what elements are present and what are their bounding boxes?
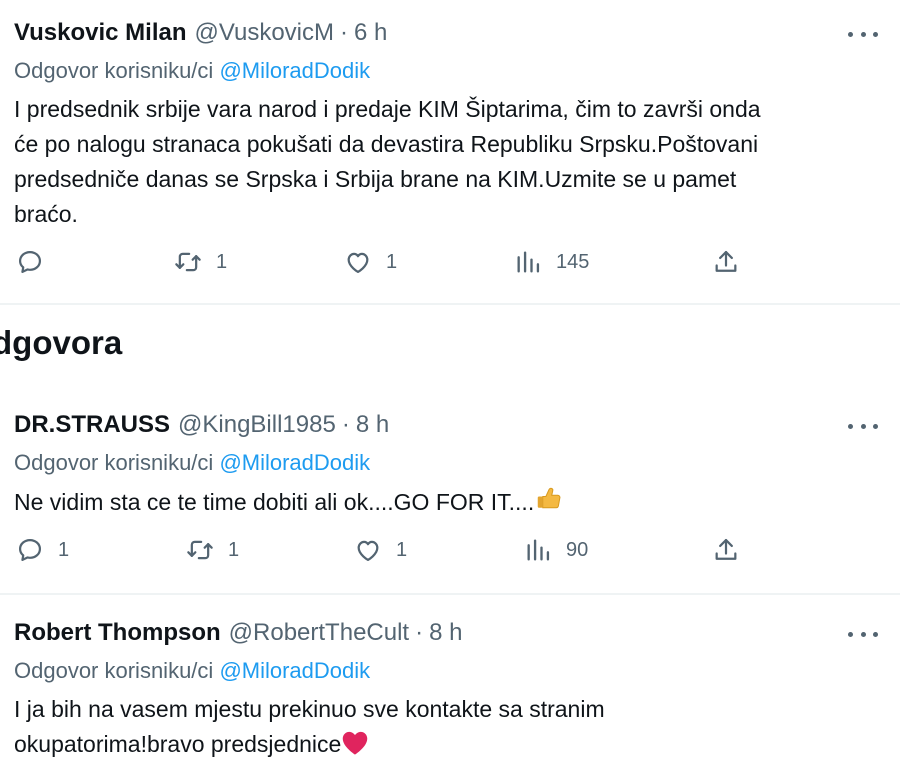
like-button[interactable]: 1 (354, 536, 407, 564)
tweet[interactable]: Robert Thompson @RobertTheCult · 8 h Odg… (0, 594, 900, 766)
retweet-icon (187, 540, 213, 560)
like-button[interactable]: 1 (344, 248, 397, 276)
reply-mention-link[interactable]: @MiloradDodik (219, 658, 370, 683)
tweet-text-line: I ja bih na vasem mjestu prekinuo sve ko… (14, 696, 605, 722)
separator-dot: · (341, 411, 350, 438)
reply-button[interactable]: 1 (16, 536, 69, 564)
reply-mention-link[interactable]: @MiloradDodik (219, 450, 370, 475)
tweet-header: Robert Thompson @RobertTheCult · 8 h (14, 618, 462, 648)
reply-context: Odgovor korisniku/ci @MiloradDodik (14, 448, 370, 478)
share-icon (715, 250, 737, 272)
views-button[interactable]: 90 (524, 536, 588, 564)
thumbs-up-icon (534, 484, 564, 524)
retweet-button[interactable]: 1 (186, 536, 239, 564)
tweet[interactable]: Vuskovic Milan @VuskovicM · 6 h Odgovor … (0, 0, 900, 304)
author-handle[interactable]: @RobertTheCult (229, 618, 409, 648)
reply-icon (18, 250, 42, 274)
retweet-icon (175, 252, 201, 272)
heart-icon (357, 540, 379, 562)
tweet-actions: 1 1 145 (0, 248, 900, 288)
reply-button[interactable] (16, 248, 58, 276)
reply-prefix: Odgovor korisniku/ci (14, 450, 214, 475)
reply-context: Odgovor korisniku/ci @MiloradDodik (14, 656, 370, 686)
share-button[interactable] (712, 536, 740, 564)
tweet-text-line-content: okupatorima!bravo predsjednice (14, 731, 342, 757)
heart-icon (347, 252, 369, 274)
tweet-text-line: predsedniče danas se Srpska i Srbija bra… (14, 166, 737, 192)
separator-dot: · (415, 619, 424, 646)
tweet-text-line: I predsednik srbije vara narod i predaje… (14, 96, 761, 122)
tweet-actions: 1 1 1 90 (0, 536, 900, 576)
views-icon (517, 251, 540, 273)
author-name[interactable]: DR.STRAUSS (14, 410, 170, 440)
tweet-header: DR.STRAUSS @KingBill1985 · 8 h (14, 410, 389, 440)
retweet-count: 1 (216, 250, 228, 273)
like-count: 1 (386, 250, 398, 273)
share-button[interactable] (712, 248, 740, 276)
share-icon (715, 538, 737, 560)
timestamp[interactable]: 8 h (356, 410, 389, 440)
reply-prefix: Odgovor korisniku/ci (14, 58, 214, 83)
author-name[interactable]: Robert Thompson (14, 618, 221, 648)
views-count: 145 (556, 250, 590, 273)
tweet-text-line: okupatorima!bravo predsjednice (14, 727, 884, 766)
more-icon[interactable] (848, 416, 878, 436)
reply-mention-link[interactable]: @MiloradDodik (219, 58, 370, 83)
reply-prefix: Odgovor korisniku/ci (14, 658, 214, 683)
author-handle[interactable]: @KingBill1985 (178, 410, 336, 440)
reply-icon (18, 538, 42, 562)
section-title: dgovora (0, 324, 123, 361)
views-count: 90 (566, 538, 589, 561)
views-button[interactable]: 145 (514, 248, 589, 276)
tweet-text-line: Ne vidim sta ce te time dobiti ali ok...… (14, 489, 535, 515)
tweet-text-line: će po nalogu stranaca pokušati da devast… (14, 131, 759, 157)
reply-count: 1 (58, 538, 70, 561)
reply-context: Odgovor korisniku/ci @MiloradDodik (14, 56, 370, 86)
timestamp[interactable]: 8 h (429, 618, 462, 648)
author-name[interactable]: Vuskovic Milan (14, 18, 187, 48)
more-icon[interactable] (848, 24, 878, 44)
author-handle[interactable]: @VuskovicM (195, 18, 335, 48)
like-count: 1 (396, 538, 408, 561)
divider (0, 303, 900, 305)
retweet-count: 1 (228, 538, 240, 561)
red-heart-icon (341, 730, 369, 766)
tweet-text: I ja bih na vasem mjestu prekinuo sve ko… (14, 692, 884, 766)
views-icon (527, 539, 550, 561)
tweet[interactable]: DR.STRAUSS @KingBill1985 · 8 h Odgovor k… (0, 392, 900, 592)
tweet-text-line: braćo. (14, 201, 78, 227)
tweet-text: Ne vidim sta ce te time dobiti ali ok...… (14, 484, 884, 524)
retweet-button[interactable]: 1 (174, 248, 227, 276)
separator-dot: · (340, 19, 348, 46)
timestamp[interactable]: 6 h (354, 18, 387, 48)
tweet-header: Vuskovic Milan @VuskovicM · 6 h (14, 18, 387, 48)
tweet-text: I predsednik srbije vara narod i predaje… (14, 92, 884, 232)
more-icon[interactable] (848, 624, 878, 644)
